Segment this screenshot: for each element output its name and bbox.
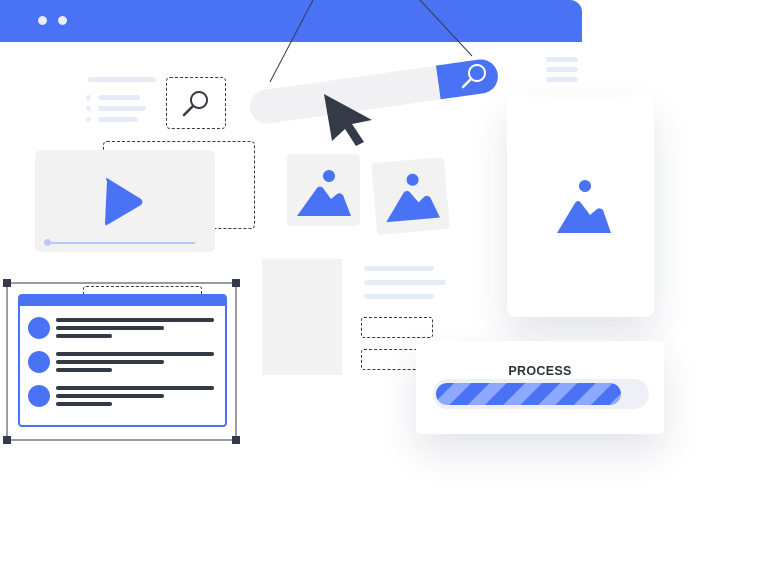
process-label: PROCESS xyxy=(508,364,572,378)
image-thumbnail[interactable] xyxy=(287,154,360,226)
text-placeholder xyxy=(364,294,434,299)
text-placeholder xyxy=(364,280,446,285)
search-icon xyxy=(182,91,208,117)
bullet-list xyxy=(86,95,146,122)
image-card-large[interactable] xyxy=(507,97,654,317)
video-player[interactable] xyxy=(35,150,215,252)
progress-bar-fill xyxy=(436,383,621,405)
avatar xyxy=(28,351,50,373)
resize-handle[interactable] xyxy=(232,436,240,444)
list-window xyxy=(18,294,227,427)
avatar xyxy=(28,385,50,407)
content-placeholder-block xyxy=(262,259,342,375)
video-progress-track[interactable] xyxy=(47,242,195,244)
progress-bar xyxy=(433,379,649,409)
video-scrubber[interactable] xyxy=(44,239,51,246)
text-placeholder xyxy=(364,266,434,271)
image-icon xyxy=(557,180,611,233)
image-thumbnail[interactable] xyxy=(371,156,450,236)
text-placeholder xyxy=(88,77,156,82)
list-window-header xyxy=(20,296,225,306)
image-icon xyxy=(386,173,440,223)
play-icon[interactable] xyxy=(103,177,145,227)
hamburger-icon[interactable] xyxy=(546,57,578,82)
process-card: PROCESS xyxy=(416,341,664,434)
image-icon xyxy=(297,170,351,216)
input-field[interactable] xyxy=(361,317,433,338)
input-field[interactable] xyxy=(361,349,421,370)
arrow-cursor-icon xyxy=(324,94,372,146)
resize-handle[interactable] xyxy=(3,279,11,287)
search-bar[interactable] xyxy=(240,45,510,125)
resize-handle[interactable] xyxy=(3,436,11,444)
resize-handle[interactable] xyxy=(232,279,240,287)
search-box[interactable] xyxy=(166,77,226,129)
avatar xyxy=(28,317,50,339)
